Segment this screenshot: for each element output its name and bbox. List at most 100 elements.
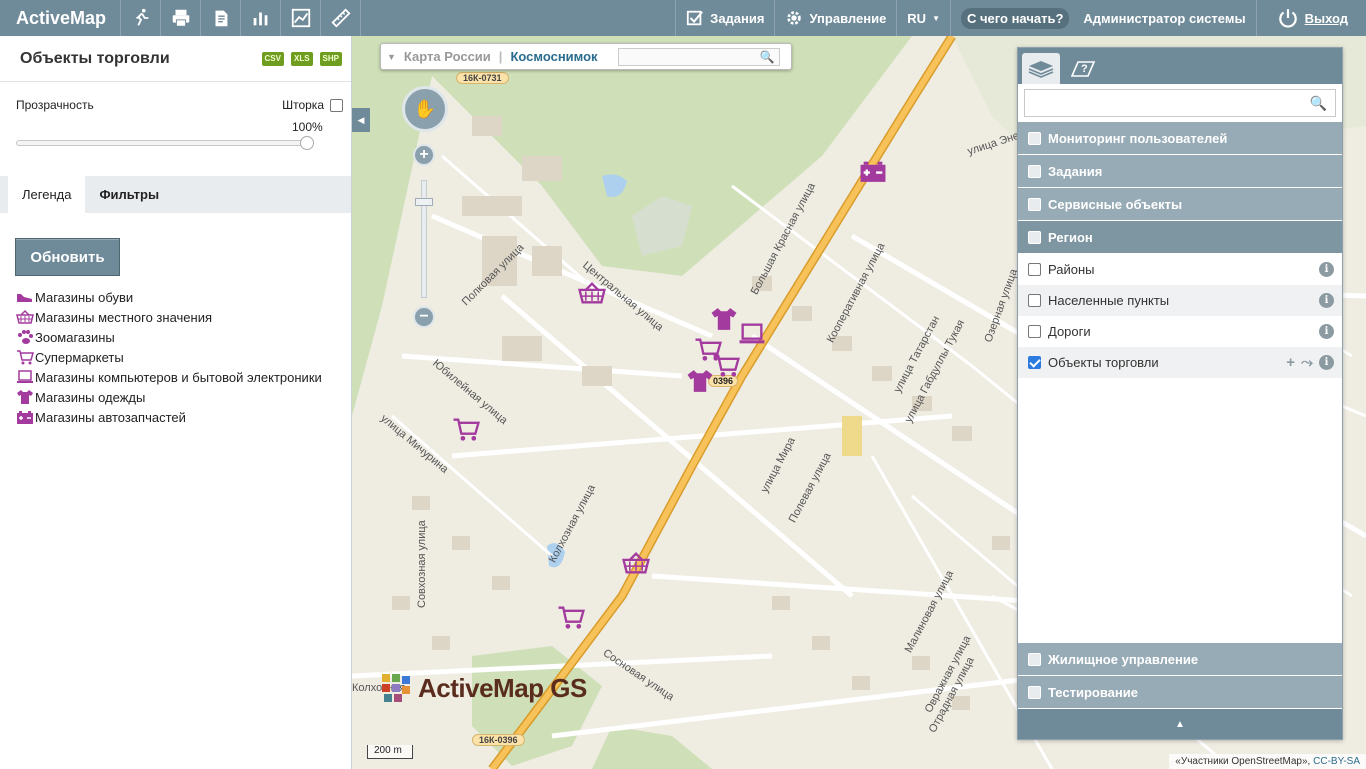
- pan-control[interactable]: ✋: [402, 86, 448, 132]
- ruler-icon[interactable]: [321, 0, 362, 36]
- printer-icon[interactable]: [161, 0, 202, 36]
- basket-icon: [15, 309, 35, 325]
- legend-list: Магазины обуви Магазины местного значени…: [15, 287, 322, 427]
- search-icon[interactable]: 🔍: [760, 50, 775, 64]
- layer-checkbox[interactable]: [1028, 294, 1041, 307]
- legend-label: Магазины обуви: [35, 289, 134, 305]
- group-checkbox[interactable]: [1028, 164, 1041, 178]
- map-search-input[interactable]: 🔍: [617, 47, 780, 66]
- poi-clothes[interactable]: [710, 306, 738, 332]
- left-panel: Объекты торговли CSV XLS SHP Прозрачност…: [0, 36, 352, 769]
- dropdown-icon[interactable]: ▼: [387, 52, 396, 62]
- zoom-in-button[interactable]: +: [413, 144, 435, 166]
- document-icon[interactable]: [201, 0, 242, 36]
- layer-search-input[interactable]: 🔍: [1024, 89, 1336, 117]
- info-icon[interactable]: i: [1319, 324, 1334, 339]
- group-housing[interactable]: Жилищное управление: [1018, 643, 1342, 676]
- shutter-toggle[interactable]: Шторка: [282, 98, 343, 112]
- info-icon[interactable]: i: [1319, 293, 1334, 308]
- group-checkbox[interactable]: [1028, 652, 1041, 666]
- license-link[interactable]: CC-BY-SA: [1313, 756, 1360, 767]
- layer-item-districts[interactable]: Районы i: [1018, 254, 1342, 285]
- road-shield: 16К-0731: [456, 72, 509, 84]
- poi-basket[interactable]: [622, 550, 650, 576]
- logout-button[interactable]: Выход: [1255, 0, 1366, 36]
- opacity-label: Прозрачность: [16, 98, 94, 112]
- paw-icon: [15, 329, 35, 345]
- export-csv-button[interactable]: CSV: [261, 51, 284, 66]
- map-help-icon: ?: [1070, 60, 1096, 77]
- basemap-russia-option[interactable]: Карта России: [404, 49, 491, 64]
- group-label: Тестирование: [1048, 684, 1138, 700]
- poi-supermarket[interactable]: [712, 352, 740, 378]
- poi-basket[interactable]: [578, 280, 606, 306]
- layer-checkbox[interactable]: [1028, 356, 1041, 369]
- poi-autoparts[interactable]: [859, 158, 887, 184]
- layer-checkbox[interactable]: [1028, 325, 1041, 338]
- group-region[interactable]: Регион: [1018, 221, 1342, 254]
- export-xls-button[interactable]: XLS: [290, 51, 313, 66]
- group-users-monitoring[interactable]: Мониторинг пользователей: [1018, 122, 1342, 155]
- export-buttons: CSV XLS SHP: [261, 51, 351, 66]
- zoom-slider-handle[interactable]: [415, 198, 433, 206]
- tasks-button[interactable]: Задания: [675, 0, 774, 36]
- search-icon[interactable]: 🔍: [1310, 95, 1327, 112]
- poi-supermarket[interactable]: [452, 416, 480, 442]
- group-testing[interactable]: Тестирование: [1018, 676, 1342, 709]
- street-label: Совхозная улица: [416, 520, 428, 608]
- layer-checkbox[interactable]: [1028, 263, 1041, 276]
- language-select[interactable]: RU ▼: [896, 0, 950, 36]
- layer-item-trade-objects[interactable]: Объекты торговли + ⤳ i: [1018, 347, 1342, 378]
- collapse-panel-button[interactable]: ◀: [352, 108, 370, 132]
- runner-icon[interactable]: [121, 0, 162, 36]
- opacity-value: 100%: [292, 120, 323, 134]
- group-checkbox[interactable]: [1028, 131, 1041, 145]
- layer-item-settlements[interactable]: Населенные пункты i: [1018, 285, 1342, 316]
- route-icon[interactable]: ⤳: [1301, 354, 1313, 371]
- opacity-slider[interactable]: [16, 136, 314, 150]
- scale-bar: 200 m: [367, 745, 413, 759]
- group-service-objects[interactable]: Сервисные объекты: [1018, 188, 1342, 221]
- bar-chart-icon[interactable]: [241, 0, 282, 36]
- user-name[interactable]: Администратор системы: [1083, 11, 1245, 26]
- group-tasks[interactable]: Задания: [1018, 155, 1342, 188]
- info-icon[interactable]: i: [1319, 355, 1334, 370]
- tab-layers[interactable]: [1022, 53, 1060, 84]
- road-shield: 16К-0396: [472, 734, 525, 746]
- refresh-button[interactable]: Обновить: [15, 238, 120, 276]
- tab-legend[interactable]: Легенда: [8, 176, 86, 213]
- app-logo[interactable]: ActiveMap: [0, 0, 122, 36]
- collapse-layers-button[interactable]: ▲: [1018, 709, 1342, 739]
- zoom-out-button[interactable]: −: [413, 306, 435, 328]
- layer-label: Районы: [1048, 262, 1095, 277]
- legend-label: Супермаркеты: [35, 349, 124, 365]
- tab-filters[interactable]: Фильтры: [85, 176, 173, 213]
- shutter-checkbox[interactable]: [330, 98, 343, 112]
- chevron-left-icon: ◀: [357, 114, 365, 125]
- add-icon[interactable]: +: [1286, 354, 1295, 371]
- layer-label: Населенные пункты: [1048, 293, 1170, 308]
- legend-label: Магазины компьютеров и бытовой электрони…: [35, 369, 322, 385]
- management-button[interactable]: Управление: [774, 0, 896, 36]
- tab-legend-help[interactable]: ?: [1064, 53, 1102, 84]
- export-shp-button[interactable]: SHP: [319, 51, 342, 66]
- line-chart-icon[interactable]: [281, 0, 322, 36]
- help-button[interactable]: С чего начать?: [961, 7, 1070, 29]
- shirt-icon: [687, 370, 713, 392]
- layer-actions: + ⤳ i: [1286, 354, 1342, 371]
- logout-label: Выход: [1304, 10, 1348, 26]
- poi-supermarket[interactable]: [557, 604, 585, 630]
- info-icon[interactable]: i: [1319, 262, 1334, 277]
- poi-clothes[interactable]: [686, 368, 714, 394]
- slider-handle[interactable]: [300, 136, 314, 150]
- group-checkbox[interactable]: [1028, 685, 1041, 699]
- group-checkbox[interactable]: [1028, 230, 1041, 244]
- top-bar: ActiveMap Задания Управление RU ▼ С чего…: [0, 0, 1366, 36]
- svg-text:?: ?: [1081, 63, 1088, 75]
- panel-tabs: Легенда Фильтры: [0, 176, 351, 213]
- poi-electronics[interactable]: [738, 321, 766, 347]
- group-checkbox[interactable]: [1028, 197, 1041, 211]
- layer-item-roads[interactable]: Дороги i: [1018, 316, 1342, 347]
- basemap-satellite-option[interactable]: Космоснимок: [510, 49, 597, 64]
- chevron-up-icon: ▲: [1175, 718, 1185, 730]
